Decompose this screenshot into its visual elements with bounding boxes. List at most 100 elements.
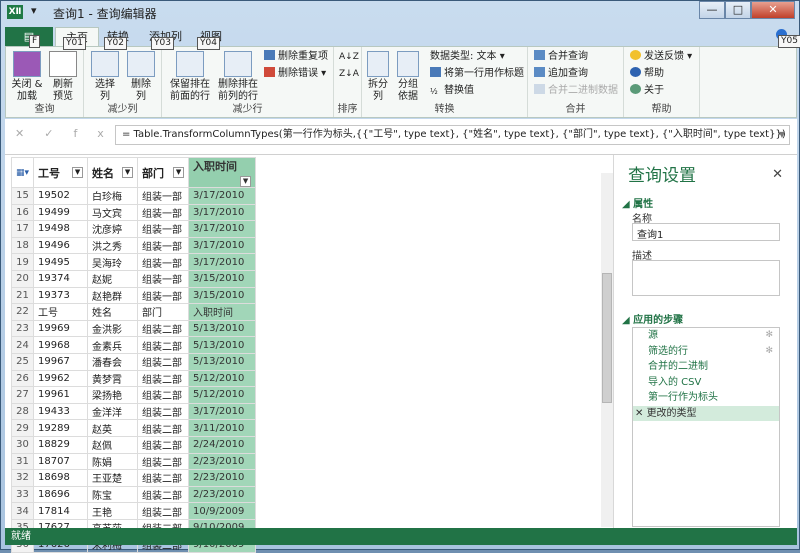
table-cell[interactable]: 5/12/2010 <box>188 386 257 404</box>
table-cell[interactable]: 19498 <box>33 220 89 238</box>
table-cell[interactable]: 19969 <box>33 319 89 338</box>
table-cell[interactable]: 王亚楚 <box>87 469 139 487</box>
table-cell[interactable]: 梁扬艳 <box>87 386 139 404</box>
table-row[interactable]: 23 19969 金洪影 组装二部 5/13/2010 <box>10 319 257 338</box>
table-cell[interactable]: 入职时间 <box>188 303 257 321</box>
row-number[interactable]: 19 <box>10 253 35 271</box>
table-cell[interactable]: 2/23/2010 <box>188 452 257 471</box>
filter-dropdown-icon[interactable]: ▼ <box>240 176 252 187</box>
row-number[interactable]: 31 <box>10 452 35 471</box>
row-number[interactable]: 16 <box>10 203 35 222</box>
table-cell[interactable]: 组装二部 <box>137 319 190 338</box>
keep-rows-button[interactable]: 保留排在 前面的行 <box>168 51 212 103</box>
row-number[interactable]: 18 <box>10 236 35 255</box>
table-cell[interactable]: 10/9/2009 <box>188 502 257 520</box>
table-cell[interactable]: 18698 <box>33 469 89 487</box>
table-cell[interactable]: 19289 <box>33 419 89 437</box>
table-cell[interactable]: 19502 <box>33 187 89 205</box>
table-cell[interactable]: 5/13/2010 <box>188 336 257 354</box>
table-cell[interactable]: 潘春会 <box>87 352 139 371</box>
refresh-preview-button[interactable]: 刷新 预览 <box>46 51 80 103</box>
table-row[interactable]: 22 工号 姓名 部门 入职时间 <box>10 303 257 321</box>
row-number[interactable]: 21 <box>10 286 35 305</box>
table-row[interactable]: 16 19499 马文宾 组装一部 3/17/2010 <box>10 203 257 222</box>
gear-icon[interactable]: ✻ <box>765 328 773 344</box>
row-number[interactable]: 20 <box>10 269 35 288</box>
remove-errors-button[interactable]: 删除错误 ▾ <box>264 67 326 81</box>
table-cell[interactable]: 组装二部 <box>137 419 190 437</box>
row-number[interactable]: 22 <box>10 303 35 321</box>
step-imported-csv[interactable]: 导入的 CSV <box>633 375 779 391</box>
use-first-row-headers-button[interactable]: 将第一行用作标题 <box>430 67 524 81</box>
table-cell[interactable]: 王艳 <box>87 502 139 520</box>
table-cell[interactable]: 18696 <box>33 485 89 504</box>
combine-binaries-button[interactable]: 合并二进制数据 <box>534 84 618 98</box>
table-cell[interactable]: 沈彦婷 <box>87 220 139 238</box>
table-cell[interactable]: 5/13/2010 <box>188 352 257 371</box>
row-number[interactable]: 32 <box>10 469 35 487</box>
table-cell[interactable]: 2/23/2010 <box>188 485 257 504</box>
table-cell[interactable]: 18707 <box>33 452 89 471</box>
table-cell[interactable]: 3/11/2010 <box>188 419 257 437</box>
table-row[interactable]: 29 19289 赵英 组装二部 3/11/2010 <box>10 419 257 437</box>
group-by-button[interactable]: 分组 依据 <box>394 51 422 103</box>
step-filtered-rows[interactable]: 筛选的行 ✻ <box>633 344 779 360</box>
row-number[interactable]: 15 <box>10 187 35 205</box>
table-cell[interactable]: 洪之秀 <box>87 236 139 255</box>
table-cell[interactable]: 19433 <box>33 402 89 421</box>
excel-icon[interactable]: XⅡ <box>7 5 23 19</box>
delete-step-icon[interactable]: ✕ <box>635 408 647 419</box>
remove-rows-button[interactable]: 删除排在 前列的行 <box>216 51 260 103</box>
table-cell[interactable]: 3/17/2010 <box>188 236 257 255</box>
table-row[interactable]: 24 19968 金素兵 组装二部 5/13/2010 <box>10 336 257 354</box>
cancel-icon[interactable]: ✕ <box>15 127 44 140</box>
step-promoted-headers[interactable]: 第一行作为标头 <box>633 390 779 406</box>
filter-dropdown-icon[interactable]: ▼ <box>173 166 185 178</box>
table-cell[interactable]: 19499 <box>33 203 89 222</box>
table-row[interactable]: 27 19961 梁扬艳 组装二部 5/12/2010 <box>10 386 257 404</box>
applied-steps-section[interactable]: ◢ 应用的步骤 <box>622 311 683 326</box>
table-cell[interactable]: 部门 <box>137 303 190 321</box>
table-cell[interactable]: 19968 <box>33 336 89 354</box>
table-row[interactable]: 17 19498 沈彦婷 组装一部 3/17/2010 <box>10 220 257 238</box>
table-cell[interactable]: 赵妮 <box>87 269 139 288</box>
table-cell[interactable]: 2/23/2010 <box>188 469 257 487</box>
table-cell[interactable]: 组装二部 <box>137 352 190 371</box>
table-cell[interactable]: 组装二部 <box>137 336 190 354</box>
row-number[interactable]: 26 <box>10 369 35 388</box>
table-cell[interactable]: 18829 <box>33 435 89 454</box>
row-number[interactable]: 23 <box>10 319 35 338</box>
table-cell[interactable]: 组装二部 <box>137 369 190 388</box>
table-menu-icon[interactable]: ▦▾ <box>10 157 35 188</box>
maximize-button[interactable]: □ <box>725 1 751 19</box>
column-header[interactable]: 姓名 ▼ <box>87 157 139 188</box>
replace-values-button[interactable]: ½ 替换值 <box>430 84 474 98</box>
choose-columns-button[interactable]: 选择 列 <box>88 51 122 103</box>
step-changed-type[interactable]: ✕ 更改的类型 <box>633 405 779 421</box>
properties-section[interactable]: ◢ 属性 <box>622 195 653 210</box>
filter-dropdown-icon[interactable]: ▼ <box>122 166 134 178</box>
append-queries-button[interactable]: 追加查询 <box>534 67 588 81</box>
step-combined-binaries[interactable]: 合并的二进制 <box>633 359 779 375</box>
table-row[interactable]: 21 19373 赵艳群 组装一部 3/15/2010 <box>10 286 257 305</box>
table-cell[interactable]: 组装一部 <box>137 286 190 305</box>
table-cell[interactable]: 组装二部 <box>137 452 190 471</box>
table-cell[interactable]: 组装二部 <box>137 386 190 404</box>
table-cell[interactable]: 组装一部 <box>137 203 190 222</box>
table-cell[interactable]: 金洪影 <box>87 319 139 338</box>
table-row[interactable]: 15 19502 白珍梅 组装一部 3/17/2010 <box>10 187 257 205</box>
formula-input[interactable]: = Table.TransformColumnTypes(第一行作为标头,{{"… <box>115 125 790 145</box>
table-cell[interactable]: 金素兵 <box>87 336 139 354</box>
table-cell[interactable]: 19374 <box>33 269 89 288</box>
row-number[interactable]: 27 <box>10 386 35 404</box>
table-cell[interactable]: 19961 <box>33 386 89 404</box>
expand-formula-icon[interactable]: ▼ <box>779 126 785 144</box>
table-cell[interactable]: 17814 <box>33 502 89 520</box>
table-cell[interactable]: 组装二部 <box>137 469 190 487</box>
table-cell[interactable]: 3/17/2010 <box>188 187 257 205</box>
table-cell[interactable]: 金洋洋 <box>87 402 139 421</box>
table-row[interactable]: 25 19967 潘春会 组装二部 5/13/2010 <box>10 352 257 371</box>
close-pane-icon[interactable]: ✕ <box>772 167 783 182</box>
row-number[interactable]: 24 <box>10 336 35 354</box>
row-number[interactable]: 34 <box>10 502 35 520</box>
